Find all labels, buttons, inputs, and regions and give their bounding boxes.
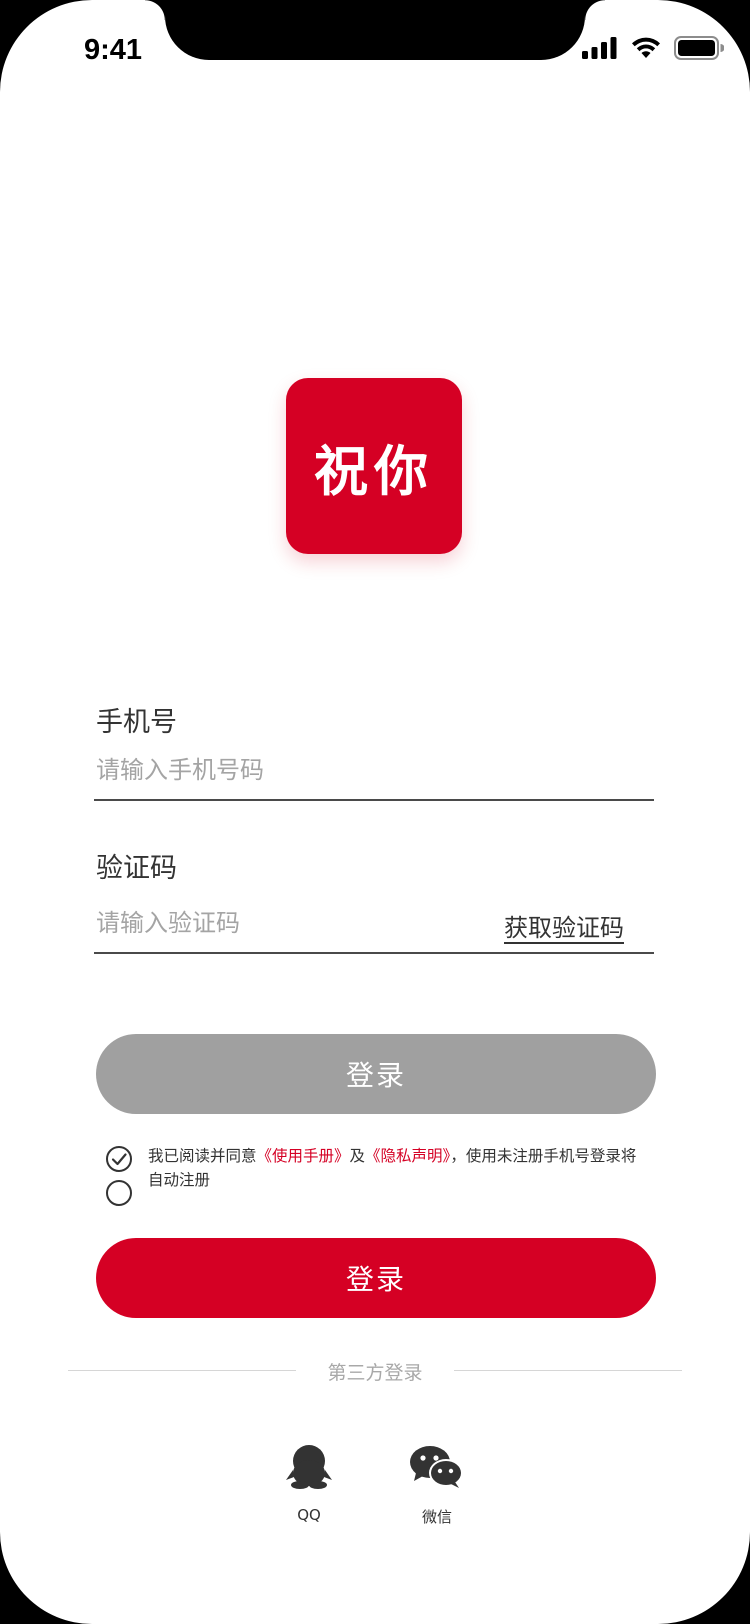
- phone-screen: 9:41 祝你 手机号 验证码 获取验证码 登录: [0, 0, 750, 1624]
- code-underline: [94, 952, 654, 954]
- notch: [145, 0, 605, 60]
- phone-input[interactable]: [96, 748, 526, 792]
- code-input[interactable]: [96, 901, 456, 945]
- phone-underline: [94, 799, 654, 801]
- wechat-login[interactable]: 微信: [402, 1444, 472, 1527]
- battery-icon: [674, 36, 724, 60]
- phone-label: 手机号: [96, 707, 177, 738]
- get-code-button[interactable]: 获取验证码: [504, 908, 624, 943]
- wechat-icon: [410, 1446, 463, 1488]
- status-icons: [582, 36, 724, 60]
- agreement-and: 及: [349, 1147, 366, 1165]
- login-button[interactable]: 登录: [96, 1238, 656, 1318]
- qq-label: QQ: [297, 1506, 321, 1524]
- qq-login[interactable]: QQ: [274, 1444, 344, 1524]
- third-party-title: 第三方登录: [327, 1362, 423, 1384]
- privacy-link[interactable]: 《隐私声明》: [365, 1147, 450, 1165]
- app-logo: 祝你: [286, 378, 462, 554]
- status-time: 9:41: [84, 34, 143, 66]
- app-logo-text: 祝你: [314, 438, 434, 503]
- manual-link[interactable]: 《使用手册》: [257, 1147, 350, 1165]
- agreement-text: 我已阅读并同意《使用手册》及《隐私声明》，使用未注册手机号登录将自动注册: [148, 1144, 648, 1192]
- agree-checkbox-checked[interactable]: [106, 1146, 132, 1172]
- checkmark-icon: [111, 1153, 127, 1166]
- agreement-prefix: 我已阅读并同意: [148, 1147, 257, 1165]
- wifi-icon: [632, 37, 660, 58]
- login-button-disabled[interactable]: 登录: [96, 1034, 656, 1114]
- wechat-label: 微信: [421, 1508, 452, 1526]
- cellular-signal-icon: [582, 37, 617, 59]
- code-label: 验证码: [96, 853, 177, 884]
- divider-right: [454, 1370, 682, 1371]
- qq-penguin-icon: [286, 1445, 332, 1489]
- agree-checkbox[interactable]: [106, 1180, 132, 1206]
